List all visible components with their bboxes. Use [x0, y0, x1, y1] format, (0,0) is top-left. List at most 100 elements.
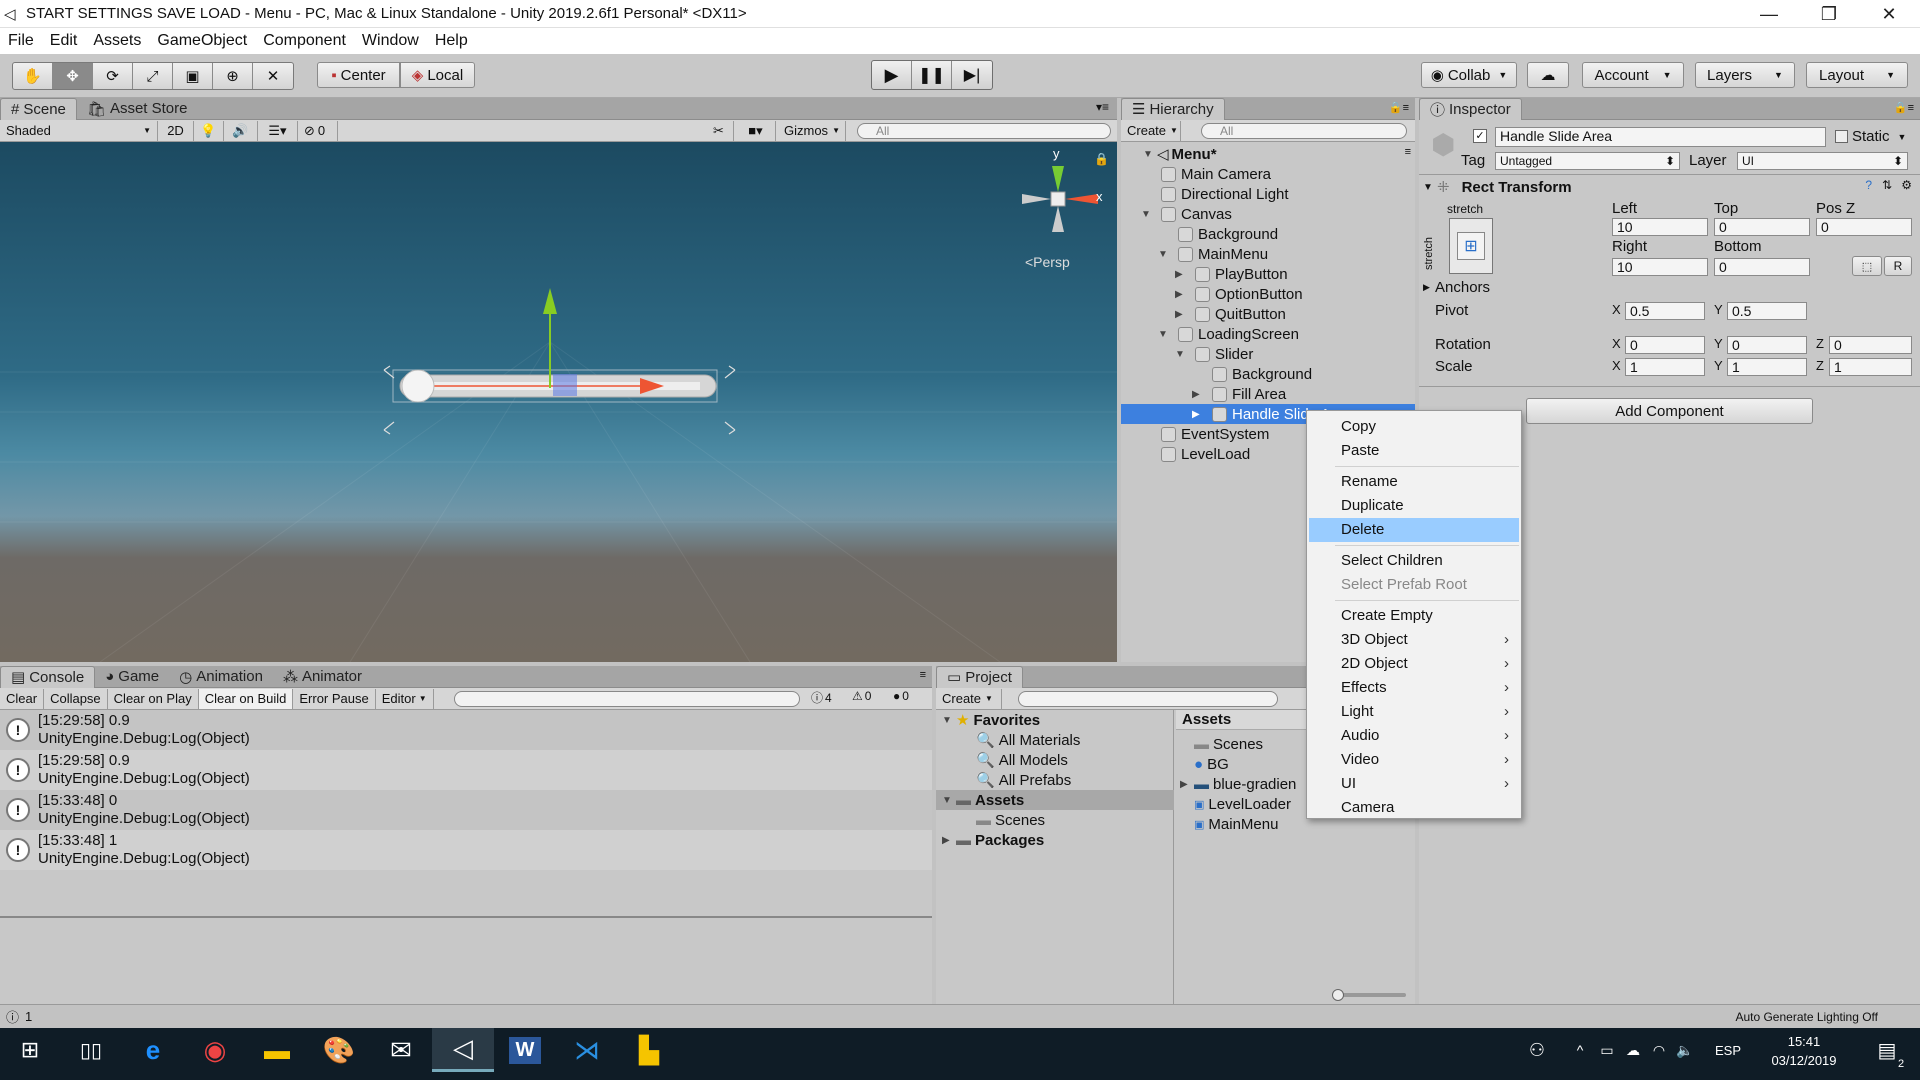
menu-window[interactable]: Window [354, 28, 427, 54]
scale-x-field[interactable]: 1 [1625, 358, 1705, 376]
console-search-input[interactable] [454, 691, 800, 707]
shading-mode-dropdown[interactable]: Shaded ▼ [0, 120, 158, 141]
favorite-item[interactable]: 🔍 All Prefabs [976, 770, 1071, 790]
word-icon[interactable]: W [494, 1028, 556, 1072]
context-menu-item[interactable]: Paste [1309, 439, 1519, 463]
anchors-foldout[interactable]: ▶ Anchors [1423, 279, 1490, 296]
hierarchy-item[interactable]: ▶ PlayButton [1121, 264, 1415, 284]
collapse-button[interactable]: Collapse [44, 688, 108, 709]
status-message[interactable]: 1 [25, 1009, 32, 1024]
left-field[interactable]: 10 [1612, 218, 1708, 236]
scenes-folder[interactable]: ▬ Scenes [976, 810, 1045, 830]
info-filter-toggle[interactable]: ⓘ 4 [811, 689, 832, 706]
rect-transform-header[interactable]: ▼ ⁜ Rect Transform ? ⇅ ⚙ [1423, 176, 1920, 198]
panel-menu-icon[interactable]: 🔒≡ [1389, 101, 1409, 114]
rotation-y-field[interactable]: 0 [1727, 336, 1807, 354]
context-menu-item[interactable]: 3D Object › [1309, 628, 1519, 652]
expand-arrow-icon[interactable]: ▶ [1175, 289, 1189, 300]
layer-dropdown[interactable]: UI ⬍ [1737, 152, 1908, 170]
asset-item-bg[interactable]: ● BG [1194, 754, 1229, 774]
expand-arrow-icon[interactable]: ▶ [1192, 389, 1206, 400]
menu-assets[interactable]: Assets [85, 28, 149, 54]
context-menu-item[interactable]: 2D Object › [1309, 652, 1519, 676]
hierarchy-create-dropdown[interactable]: Create ▼ [1121, 120, 1181, 141]
asset-item-levelloader[interactable]: ▣ LevelLoader [1194, 794, 1291, 814]
asset-item-blue-gradient[interactable]: ▶ ▬ blue-gradien [1180, 774, 1296, 794]
tab-project[interactable]: ▭ Project [936, 665, 1023, 688]
slider-handle[interactable] [1332, 989, 1344, 1001]
context-menu-item[interactable]: Delete [1309, 518, 1519, 542]
scale-y-field[interactable]: 1 [1727, 358, 1807, 376]
menu-help[interactable]: Help [427, 28, 476, 54]
windows-start-icon[interactable]: ⊞ [0, 1028, 60, 1072]
posz-field[interactable]: 0 [1816, 218, 1912, 236]
panel-menu-icon[interactable]: ▾≡ [1096, 100, 1109, 114]
scene-menu-icon[interactable]: ≡ [1405, 146, 1411, 158]
rotation-z-field[interactable]: 0 [1829, 336, 1912, 354]
layers-dropdown[interactable]: Layers ▼ [1695, 62, 1795, 88]
asset-item-scenes[interactable]: ▬ Scenes [1194, 734, 1263, 754]
camera-icon[interactable]: ■▾ [736, 120, 776, 141]
hierarchy-item[interactable]: ▼ Canvas [1121, 204, 1415, 224]
favorite-item[interactable]: 🔍 All Materials [976, 730, 1080, 750]
expand-arrow-icon[interactable]: ▼ [1158, 249, 1172, 260]
context-menu-item[interactable]: Copy [1309, 415, 1519, 439]
console-log-entry[interactable]: ! [15:33:48] 1 UnityEngine.Debug:Log(Objec… [0, 830, 932, 870]
language-indicator[interactable]: ESP [1708, 1028, 1748, 1072]
preset-icon[interactable]: ⇅ [1882, 178, 1892, 192]
pivot-x-field[interactable]: 0.5 [1625, 302, 1705, 320]
error-filter-toggle[interactable]: ● 0 [893, 689, 909, 703]
hierarchy-item[interactable]: ▶ OptionButton [1121, 284, 1415, 304]
packages-folder[interactable]: ▶ ▬ Packages [942, 830, 1044, 850]
paint-icon[interactable]: 🎨 [308, 1028, 370, 1072]
warning-filter-toggle[interactable]: ⚠ 0 [852, 689, 871, 703]
hierarchy-item[interactable]: ▶ QuitButton [1121, 304, 1415, 324]
context-menu-item[interactable]: Light › [1309, 700, 1519, 724]
project-create-dropdown[interactable]: Create ▼ [936, 688, 1002, 709]
panel-menu-icon[interactable]: ≡ [920, 669, 926, 681]
tab-hierarchy[interactable]: ☰ Hierarchy [1121, 97, 1225, 120]
console-log-entry[interactable]: ! [15:29:58] 0.9 UnityEngine.Debug:Log(Obj… [0, 710, 932, 750]
rotation-x-field[interactable]: 0 [1625, 336, 1705, 354]
2d-toggle[interactable]: 2D [158, 120, 194, 141]
error-pause-button[interactable]: Error Pause [293, 688, 376, 709]
layout-dropdown[interactable]: Layout ▼ [1806, 62, 1908, 88]
hand-tool-icon[interactable]: ✋ [13, 63, 53, 89]
menu-edit[interactable]: Edit [42, 28, 86, 54]
perspective-label[interactable]: <Persp [1025, 254, 1070, 270]
hidden-objects-toggle[interactable]: ⊘ 0 [298, 120, 338, 141]
static-checkbox[interactable] [1835, 130, 1848, 143]
expand-arrow-icon[interactable]: ▶ [1175, 309, 1189, 320]
pivot-y-field[interactable]: 0.5 [1727, 302, 1807, 320]
panel-menu-icon[interactable]: 🔒≡ [1894, 101, 1914, 114]
help-icon[interactable]: ? [1865, 178, 1872, 192]
menu-gameobject[interactable]: GameObject [149, 28, 255, 54]
account-dropdown[interactable]: Account ▼ [1582, 62, 1684, 88]
scene-gizmo-widget[interactable] [1022, 166, 1098, 232]
expand-arrow-icon[interactable]: ▼ [1141, 209, 1155, 220]
clear-button[interactable]: Clear [0, 688, 45, 709]
move-tool-icon[interactable]: ✥ [53, 63, 93, 89]
tab-inspector[interactable]: ⓘ Inspector [1419, 97, 1522, 120]
people-icon[interactable]: ⚇ [1520, 1028, 1554, 1072]
tab-scene[interactable]: # Scene [0, 97, 77, 120]
active-checkbox[interactable]: ✓ [1473, 129, 1487, 143]
volume-icon[interactable]: 🔈 [1672, 1028, 1698, 1072]
tab-animation[interactable]: ◷ Animation [169, 666, 273, 688]
console-log-entry[interactable]: ! [15:29:58] 0.9 UnityEngine.Debug:Log(Obj… [0, 750, 932, 790]
hierarchy-item[interactable]: Background [1121, 224, 1415, 244]
battery-icon[interactable]: ▭ [1594, 1028, 1620, 1072]
close-button[interactable]: ✕ [1860, 0, 1918, 28]
console-splitter[interactable] [0, 916, 932, 918]
anchor-presets-button[interactable]: ⊞ [1449, 218, 1493, 274]
minimize-button[interactable]: — [1740, 0, 1798, 28]
expand-arrow-icon[interactable]: ▼ [1175, 349, 1189, 360]
settings-gear-icon[interactable]: ⚙ [1901, 178, 1912, 192]
custom-tool-icon[interactable]: ✕ [253, 63, 293, 89]
play-icon[interactable]: ▶ [872, 61, 912, 89]
menu-file[interactable]: File [0, 28, 42, 54]
context-menu-item[interactable]: Create Empty [1309, 604, 1519, 628]
scene-root[interactable]: ▼ ◁ Menu* [1143, 144, 1217, 164]
console-log-entry[interactable]: ! [15:33:48] 0 UnityEngine.Debug:Log(Objec… [0, 790, 932, 830]
gizmos-dropdown[interactable]: Gizmos ▼ [778, 120, 846, 141]
